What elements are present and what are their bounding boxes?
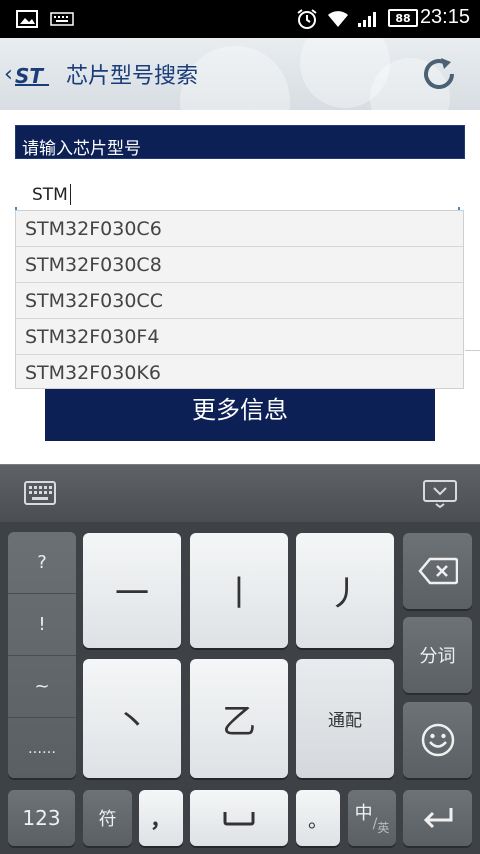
period-key[interactable]: 。 <box>296 790 340 846</box>
language-toggle-key[interactable]: 中 / 英 <box>348 790 396 846</box>
svg-text:ST: ST <box>15 64 44 86</box>
segment-key[interactable]: 分词 <box>403 617 472 693</box>
suggestion-item[interactable]: STM32F030K6 <box>16 355 463 390</box>
signal-icon <box>358 12 376 27</box>
battery-level: 88 <box>395 11 411 25</box>
more-info-button[interactable]: 更多信息 <box>45 385 435 441</box>
wifi-icon <box>328 11 348 27</box>
keyboard-switch-icon[interactable] <box>24 481 56 505</box>
stroke-key-left-falling[interactable]: 丿 <box>296 533 394 648</box>
symbol-mode-key[interactable]: 符 <box>83 790 132 846</box>
refresh-icon[interactable] <box>418 54 460 94</box>
keyboard-notification-icon <box>50 12 74 26</box>
space-bar-icon <box>223 812 255 826</box>
keyboard-toolbar <box>0 464 480 523</box>
symbol-column: ? ! ~ …… <box>8 532 76 778</box>
emoji-key[interactable] <box>403 702 472 778</box>
hide-keyboard-icon[interactable] <box>423 480 457 508</box>
key-exclamation[interactable]: ! <box>8 594 76 656</box>
suggestion-item[interactable]: STM32F030F4 <box>16 319 463 355</box>
status-bar: 88 23:15 <box>0 0 480 38</box>
enter-key[interactable] <box>403 790 472 846</box>
wildcard-key[interactable]: 通配 <box>296 659 394 778</box>
stroke-key-turning[interactable]: 乙 <box>190 659 288 778</box>
number-mode-key[interactable]: 123 <box>8 790 75 846</box>
stroke-key-horizontal[interactable]: 一 <box>83 533 181 648</box>
st-logo-icon: ST <box>14 64 49 86</box>
suggestion-item[interactable]: STM32F030CC <box>16 283 463 319</box>
back-button[interactable]: ‹ ST <box>4 60 64 90</box>
battery-icon: 88 <box>388 9 418 27</box>
autocomplete-dropdown: STM32F030C6 STM32F030C8 STM32F030CC STM3… <box>15 210 464 389</box>
key-tilde[interactable]: ~ <box>8 656 76 718</box>
chevron-left-icon: ‹ <box>4 62 13 87</box>
key-question[interactable]: ? <box>8 532 76 594</box>
comma-key[interactable]: ， <box>139 790 183 846</box>
page-title: 芯片型号搜索 <box>66 64 199 89</box>
image-notification-icon <box>16 10 38 28</box>
smiley-icon <box>421 723 454 757</box>
suggestion-item[interactable]: STM32F030C8 <box>16 247 463 283</box>
backspace-key[interactable] <box>403 533 472 609</box>
stroke-key-dot[interactable]: 丶 <box>83 659 181 778</box>
key-ellipsis[interactable]: …… <box>8 718 76 779</box>
text-cursor <box>70 184 71 205</box>
lang-primary: 中 <box>354 803 373 824</box>
chip-model-input[interactable] <box>15 178 465 212</box>
space-key[interactable] <box>190 790 288 846</box>
clock: 23:15 <box>419 6 470 28</box>
stroke-key-vertical[interactable]: 丨 <box>190 533 288 648</box>
app-header: ‹ ST 芯片型号搜索 <box>0 38 480 110</box>
lang-secondary: 英 <box>377 820 390 835</box>
enter-icon <box>423 808 452 829</box>
chip-model-label: 请输入芯片型号 <box>15 125 465 159</box>
divider <box>465 350 480 351</box>
backspace-icon <box>417 557 458 585</box>
alarm-icon <box>297 9 317 29</box>
suggestion-item[interactable]: STM32F030C6 <box>16 211 463 247</box>
